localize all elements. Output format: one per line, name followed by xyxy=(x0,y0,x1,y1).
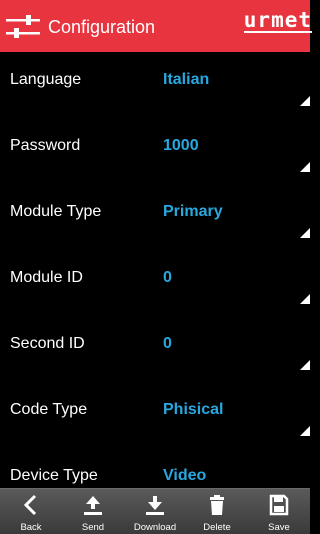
settings-sliders-icon xyxy=(6,15,40,38)
send-label: Send xyxy=(81,522,105,533)
brand-logo: urmet xyxy=(243,8,312,33)
download-button[interactable]: Download xyxy=(124,489,186,534)
upload-icon xyxy=(84,496,102,515)
floppy-disk-icon xyxy=(269,494,289,516)
setting-row-second-id[interactable]: Second ID 0 xyxy=(0,316,310,382)
setting-row-code-type[interactable]: Code Type Phisical xyxy=(0,382,310,448)
bottom-toolbar: Back Send Download Delete Save xyxy=(0,488,310,534)
header-bar: Configuration urmet xyxy=(0,0,312,52)
setting-row-password[interactable]: Password 1000 xyxy=(0,118,310,184)
dropdown-corner-icon[interactable] xyxy=(300,228,310,238)
setting-label: Password xyxy=(10,137,81,154)
setting-label: Second ID xyxy=(10,335,85,352)
delete-button[interactable]: Delete xyxy=(186,489,248,534)
dropdown-corner-icon[interactable] xyxy=(300,426,310,436)
setting-value[interactable]: Phisical xyxy=(163,400,223,420)
setting-value[interactable]: 0 xyxy=(163,268,172,288)
save-button[interactable]: Save xyxy=(248,489,310,534)
setting-value[interactable]: 0 xyxy=(163,334,172,354)
setting-row-module-id[interactable]: Module ID 0 xyxy=(0,250,310,316)
dropdown-corner-icon[interactable] xyxy=(300,294,310,304)
setting-label: Device Type xyxy=(10,467,98,484)
setting-value[interactable]: Italian xyxy=(163,70,209,90)
page-title: Configuration xyxy=(48,17,156,37)
trash-icon xyxy=(210,495,224,515)
send-button[interactable]: Send xyxy=(62,489,124,534)
setting-label: Language xyxy=(10,71,82,88)
back-label: Back xyxy=(20,522,42,533)
setting-row-module-type[interactable]: Module Type Primary xyxy=(0,184,310,250)
setting-value[interactable]: Primary xyxy=(163,202,223,222)
dropdown-corner-icon[interactable] xyxy=(300,360,310,370)
download-icon xyxy=(146,496,164,515)
dropdown-corner-icon[interactable] xyxy=(300,96,310,106)
setting-value[interactable]: Video xyxy=(163,466,206,486)
save-label: Save xyxy=(268,522,290,533)
setting-label: Code Type xyxy=(10,401,88,418)
setting-value[interactable]: 1000 xyxy=(163,136,199,156)
setting-label: Module ID xyxy=(10,269,83,286)
download-label: Download xyxy=(133,522,177,533)
chevron-left-icon xyxy=(23,494,37,516)
dropdown-corner-icon[interactable] xyxy=(300,162,310,172)
app-root: Configuration urmet Language Italian Pas… xyxy=(0,0,312,534)
setting-label: Module Type xyxy=(10,203,102,220)
delete-label: Delete xyxy=(203,522,231,533)
back-button[interactable]: Back xyxy=(0,489,62,534)
setting-row-language[interactable]: Language Italian xyxy=(0,52,310,118)
